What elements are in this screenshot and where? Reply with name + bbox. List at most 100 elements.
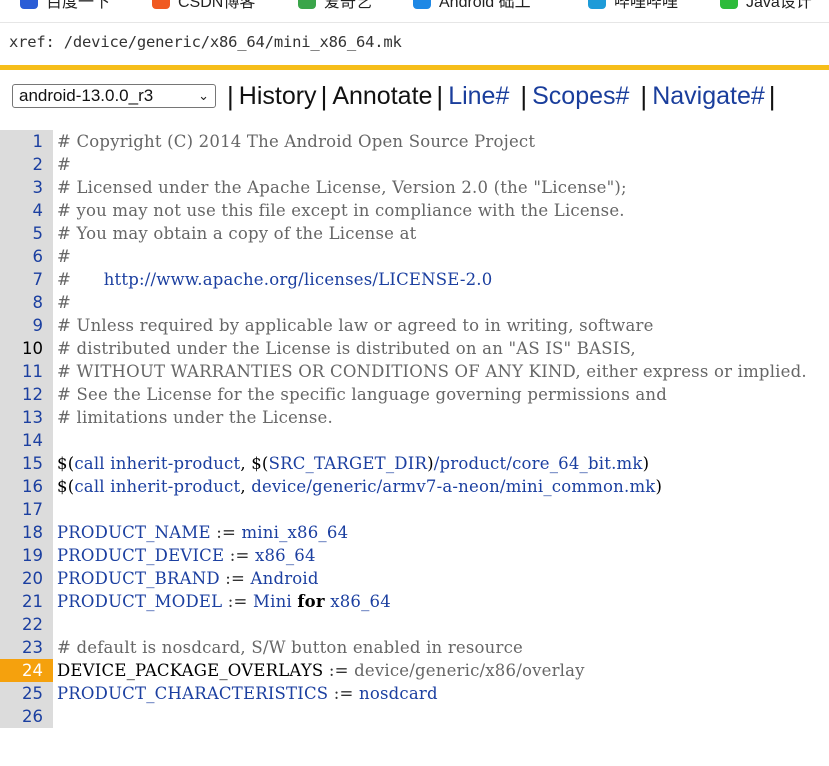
code-token[interactable]: http://www.apache.org/licenses/LICENSE-2… (104, 270, 493, 289)
code-token: := (222, 592, 254, 611)
code-text: # (57, 153, 71, 176)
line-number-link[interactable]: 23 (0, 636, 43, 659)
code-token: := (323, 661, 355, 680)
code-token: # limitations under the License. (57, 408, 333, 427)
code-token: # you may not use this file except in co… (57, 201, 625, 220)
code-token[interactable]: PRODUCT_DEVICE (57, 546, 224, 565)
code-line: 22 (0, 613, 829, 636)
line-number-link[interactable]: 2 (0, 153, 44, 176)
code-token[interactable]: call inherit-product (74, 477, 240, 496)
code-text: # See the License for the specific langu… (57, 383, 667, 406)
code-token: ) (427, 454, 434, 473)
code-token[interactable]: x86_64 (325, 592, 391, 611)
line-number-link[interactable]: 19 (0, 544, 43, 567)
line-number-link[interactable]: 18 (0, 521, 43, 544)
code-text: # (57, 245, 71, 268)
bookmark-label: Java设计 (746, 0, 812, 11)
line-number-link[interactable]: 9 (0, 314, 44, 337)
chevron-down-icon: ⌄ (198, 88, 209, 103)
code-token: $( (57, 454, 75, 473)
line-number-link[interactable]: 8 (0, 291, 44, 314)
line-number-link[interactable]: 1 (0, 130, 44, 153)
baidu-icon (20, 0, 38, 9)
source-code-view: 1 # Copyright (C) 2014 The Android Open S… (0, 130, 829, 728)
code-line: 10 # distributed under the License is dis… (0, 337, 829, 360)
code-token: # Licensed under the Apache License, Ver… (57, 178, 627, 197)
code-token[interactable]: PRODUCT_CHARACTERISTICS (57, 684, 328, 703)
bookmark-item[interactable]: CSDN博客 (152, 0, 255, 11)
line-number-link[interactable]: 20 (0, 567, 43, 590)
scopes-toggle[interactable]: Scopes# (532, 82, 629, 111)
code-token: := (328, 684, 359, 703)
line-number-link[interactable]: 3 (0, 176, 44, 199)
line-number-link[interactable]: 17 (0, 498, 43, 521)
bookmark-item[interactable]: 哔哩哔哩 (588, 0, 678, 11)
bookmark-item[interactable]: 爱奇艺 (298, 0, 372, 11)
separator: | (227, 80, 234, 111)
line-number-link[interactable]: 26 (0, 705, 43, 728)
xref-path: xref: /device/generic/x86_64/mini_x86_64… (9, 33, 402, 51)
code-text: # http://www.apache.org/licenses/LICENSE… (57, 268, 492, 291)
line-number-link[interactable]: 5 (0, 222, 44, 245)
code-text: # Unless required by applicable law or a… (57, 314, 654, 337)
code-text: PRODUCT_CHARACTERISTICS := nosdcard (57, 682, 438, 705)
code-token: , (240, 477, 252, 496)
bookmark-item[interactable]: 百度一下 (20, 0, 110, 11)
line-number-link[interactable]: 7 (0, 268, 44, 291)
line-number-link[interactable]: 25 (0, 682, 43, 705)
code-token: ) (642, 454, 650, 473)
code-token: := (219, 569, 251, 588)
code-token: # See the License for the specific langu… (57, 385, 667, 404)
line-number-link[interactable]: 21 (0, 590, 43, 613)
code-line: 6 # (0, 245, 829, 268)
code-line: 14 (0, 429, 829, 452)
code-token[interactable]: PRODUCT_NAME (57, 523, 211, 542)
code-token: # default is nosdcard, S/W button enable… (57, 638, 524, 657)
code-token: for (297, 592, 325, 611)
line-number-link[interactable]: 24 (0, 659, 53, 682)
code-token: # WITHOUT WARRANTIES OR CONDITIONS OF AN… (57, 362, 807, 381)
code-line: 8 # (0, 291, 829, 314)
navigate-toggle[interactable]: Navigate# (652, 82, 765, 111)
line-number-link[interactable]: 10 (0, 337, 43, 360)
history-link[interactable]: History (239, 82, 317, 111)
code-token: # (57, 155, 72, 174)
line-number-link[interactable]: 15 (0, 452, 43, 475)
code-token[interactable]: Mini (253, 592, 297, 611)
toolbar: android-13.0.0_r3 ⌄ | History | Annotate… (0, 78, 829, 114)
line-number-link[interactable]: 13 (0, 406, 43, 429)
code-token[interactable]: SRC_TARGET_DIR (269, 454, 428, 473)
code-text: # you may not use this file except in co… (57, 199, 625, 222)
code-text: # limitations under the License. (57, 406, 333, 429)
line-number-link[interactable]: 11 (0, 360, 43, 383)
code-token[interactable]: PRODUCT_MODEL (57, 592, 222, 611)
line-number-link[interactable]: 4 (0, 199, 44, 222)
code-token[interactable]: device/generic/armv7-a-neon/mini_common.… (251, 477, 655, 496)
line-number-link[interactable]: 12 (0, 383, 43, 406)
line-number-link[interactable]: 14 (0, 429, 43, 452)
branch-select[interactable]: android-13.0.0_r3 ⌄ (12, 84, 216, 108)
code-token[interactable]: nosdcard (359, 684, 438, 703)
code-token[interactable]: Android (251, 569, 319, 588)
line-numbers-toggle[interactable]: Line# (448, 82, 509, 111)
code-token: := (224, 546, 255, 565)
line-number-link[interactable]: 16 (0, 475, 43, 498)
code-line: 7 # http://www.apache.org/licenses/LICENS… (0, 268, 829, 291)
code-token[interactable]: PRODUCT_BRAND (57, 569, 220, 588)
code-token[interactable]: call inherit-product (74, 454, 240, 473)
code-token[interactable]: x86_64 (255, 546, 316, 565)
code-line: 12 # See the License for the specific lan… (0, 383, 829, 406)
annotate-link[interactable]: Annotate (332, 82, 432, 111)
line-number-link[interactable]: 22 (0, 613, 43, 636)
code-line: 26 (0, 705, 829, 728)
bookmark-item[interactable]: Android 础工 (413, 0, 531, 11)
code-text: PRODUCT_NAME := mini_x86_64 (57, 521, 348, 544)
code-token: := (210, 523, 242, 542)
code-line: 18 PRODUCT_NAME := mini_x86_64 (0, 521, 829, 544)
android-diamond-icon (413, 0, 431, 9)
code-token[interactable]: /product/core_64_bit.mk (434, 454, 643, 473)
code-token[interactable]: mini_x86_64 (241, 523, 348, 542)
bookmark-item[interactable]: Java设计 (720, 0, 812, 11)
line-number-link[interactable]: 6 (0, 245, 44, 268)
code-line: 11 # WITHOUT WARRANTIES OR CONDITIONS OF … (0, 360, 829, 383)
